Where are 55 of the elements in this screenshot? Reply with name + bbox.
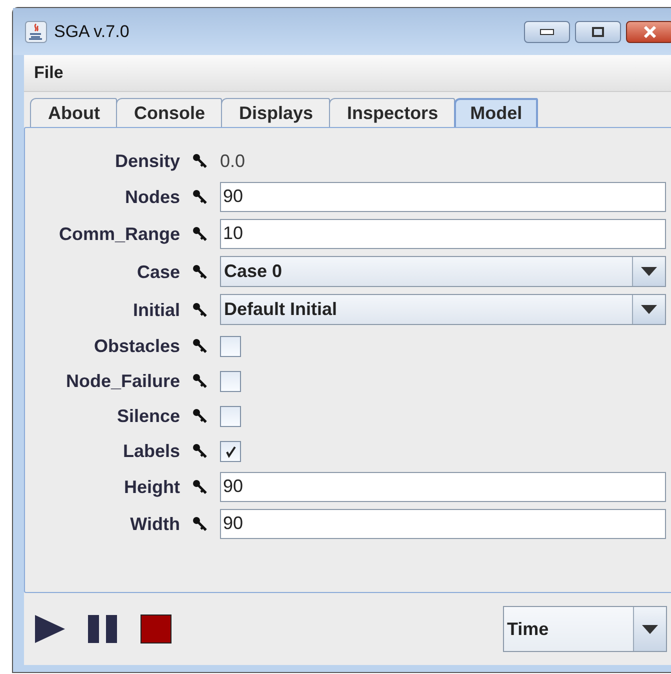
minimize-icon: [540, 28, 554, 34]
property-value: 0.0: [220, 150, 246, 172]
time-dropdown[interactable]: Time: [503, 606, 667, 652]
property-label: Initial: [132, 298, 180, 322]
input-field[interactable]: 90: [220, 509, 666, 539]
dropdown-button[interactable]: [632, 295, 665, 324]
caret-icon: [641, 267, 657, 276]
key-icon[interactable]: [192, 264, 208, 280]
key-icon[interactable]: [192, 373, 208, 389]
property-label: Density: [114, 150, 180, 173]
key-icon[interactable]: [192, 153, 208, 169]
minimize-button[interactable]: [524, 20, 570, 42]
dropdown[interactable]: Case 0: [220, 256, 666, 287]
property-label: Silence: [116, 405, 180, 428]
pause-icon[interactable]: [87, 614, 119, 644]
dropdown-button[interactable]: [633, 607, 666, 651]
key-icon[interactable]: [192, 189, 208, 205]
tab[interactable]: About: [30, 98, 117, 127]
play-icon[interactable]: [34, 614, 66, 644]
property-label: Nodes: [124, 186, 180, 209]
property-label: Case: [136, 260, 180, 284]
close-icon: [643, 26, 657, 38]
caret-icon: [642, 624, 658, 634]
property-label: Labels: [122, 440, 180, 463]
property-label: Height: [123, 476, 180, 499]
dropdown[interactable]: Default Initial: [220, 294, 666, 325]
maximize-button[interactable]: [575, 20, 621, 42]
close-button[interactable]: [626, 20, 671, 42]
checkbox[interactable]: [220, 336, 241, 356]
property-label: Width: [129, 513, 180, 536]
key-icon[interactable]: [192, 338, 208, 354]
check-icon: [224, 444, 238, 458]
input-field[interactable]: 10: [220, 219, 666, 249]
menu-item[interactable]: File: [24, 63, 74, 83]
coffee-cup-icon: [25, 20, 47, 42]
dropdown-button[interactable]: [632, 257, 665, 286]
property-label: Node_Failure: [64, 370, 180, 393]
maximize-icon: [592, 26, 604, 36]
key-icon[interactable]: [192, 226, 208, 242]
checkbox[interactable]: [220, 440, 241, 462]
key-icon[interactable]: [192, 408, 208, 424]
stop-icon[interactable]: [140, 614, 172, 644]
key-icon[interactable]: [192, 516, 208, 532]
checkbox[interactable]: [220, 370, 241, 392]
tab[interactable]: Model: [454, 98, 538, 127]
property-label: Obstacles: [92, 335, 180, 358]
key-icon[interactable]: [192, 443, 208, 459]
input-field[interactable]: 90: [220, 472, 666, 502]
property-label: Comm_Range: [58, 223, 180, 246]
input-field[interactable]: 90: [220, 182, 666, 212]
window-title: SGA v.7.0: [54, 22, 130, 42]
key-icon[interactable]: [192, 302, 208, 318]
key-icon[interactable]: [192, 479, 208, 495]
checkbox[interactable]: [220, 406, 241, 426]
caret-icon: [641, 305, 657, 314]
